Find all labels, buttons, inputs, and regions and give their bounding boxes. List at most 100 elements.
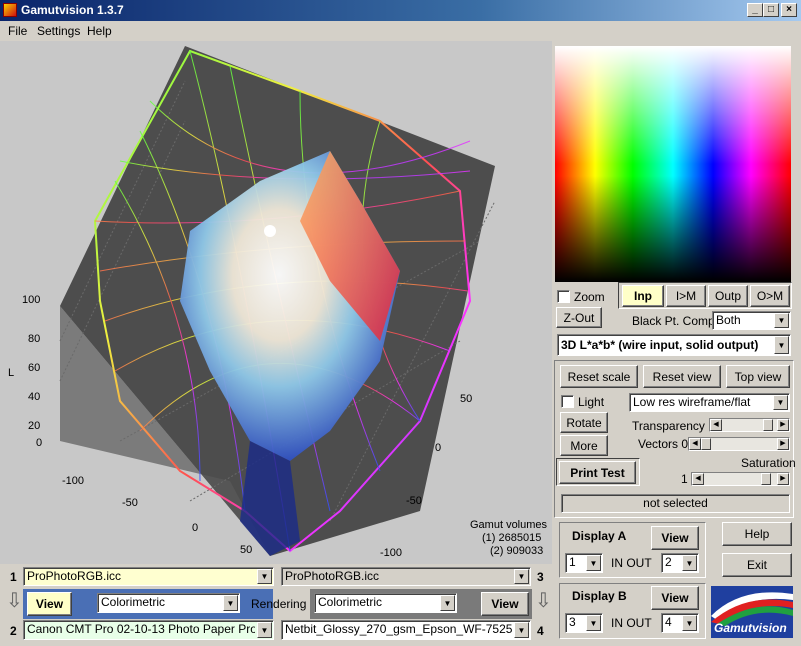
inp-button[interactable]: Inp [622,285,664,307]
rendering-label: Rendering [251,597,307,611]
gamut-3d-plot[interactable]: 100 80 60 40 20 0 L -100 -50 0 50 -100 -… [0,41,552,564]
chevron-down-icon: ▼ [257,569,272,584]
more-button[interactable]: More [560,435,608,456]
arrow-left-icon[interactable]: ◀ [689,438,701,450]
arrow-right-icon[interactable]: ▶ [777,419,789,431]
in-out-label: IN OUT [611,616,652,630]
top-view-button[interactable]: Top view [726,365,790,388]
arrow-left-icon[interactable]: ◀ [710,419,722,431]
intent-left-select[interactable]: Colorimetric ▼ [97,593,240,613]
axis-tick-l: 80 [28,333,40,345]
display-a-label: Display A [572,529,627,543]
saturation-value: 1 [681,472,688,486]
rotate-button[interactable]: Rotate [560,412,608,433]
print-test-button[interactable]: Print Test [559,461,636,484]
display-b-label: Display B [572,589,627,603]
profile-2-select[interactable]: Canon CMT Pro 02-10-13 Photo Paper Pro I… [23,620,274,640]
view-mode-value: 3D L*a*b* (wire input, solid output) [561,338,759,352]
black-point-value: Both [716,313,741,327]
axis-tick-l: 40 [28,391,40,403]
profile-1-select[interactable]: ProPhotoRGB.icc ▼ [23,567,274,586]
axis-tick-b: -50 [406,495,422,507]
display-b-out-select[interactable]: 4 ▼ [661,613,699,633]
render-mode-select[interactable]: Low res wireframe/flat ▼ [629,393,790,412]
black-point-select[interactable]: Both ▼ [712,311,791,330]
chevron-down-icon: ▼ [682,555,697,571]
profile-1-number: 1 [10,570,17,584]
help-button[interactable]: Help [722,522,792,546]
logo-graphic [711,592,793,626]
status-field: not selected [561,494,790,513]
view-left-button[interactable]: View [27,592,72,616]
vectors-slider[interactable]: ◀ ▶ [688,437,790,451]
chevron-down-icon: ▼ [257,622,272,638]
profile-3-select[interactable]: ProPhotoRGB.icc ▼ [281,567,531,586]
vectors-label: Vectors 0 [638,437,689,451]
display-a-out-value: 2 [665,555,672,569]
slider-thumb[interactable] [761,473,771,485]
menu-settings[interactable]: Settings [37,24,80,38]
gamutvision-logo: Gamutvision [711,586,793,638]
gamut-volume-2: (2) 909033 [490,545,543,557]
menu-help[interactable]: Help [87,24,112,38]
display-a-in-select[interactable]: 1 ▼ [565,553,603,573]
arrow-right-icon[interactable]: ▶ [777,473,789,485]
saturation-label: Saturation [741,456,796,470]
outp-button[interactable]: Outp [708,285,748,307]
axis-label-l: L [8,367,14,379]
chevron-down-icon: ▼ [682,615,697,631]
menu-file[interactable]: File [8,24,27,38]
display-a-out-select[interactable]: 2 ▼ [661,553,699,573]
axis-tick-l: 0 [36,437,42,449]
chevron-down-icon: ▼ [586,615,601,631]
saturation-slider[interactable]: ◀ ▶ [691,472,790,486]
chevron-down-icon: ▼ [773,395,788,410]
light-checkbox[interactable] [561,395,574,408]
arrow-right-icon[interactable]: ▶ [777,438,789,450]
z-out-button[interactable]: Z-Out [556,307,602,328]
arrow-down-icon: ⇩ [6,590,23,612]
maximize-button[interactable]: □ [763,3,779,17]
minimize-button[interactable]: _ [747,3,763,17]
chevron-down-icon: ▼ [514,569,529,584]
black-point-label: Black Pt. Comp. [632,314,719,328]
chevron-down-icon: ▼ [586,555,601,571]
reset-view-button[interactable]: Reset view [643,365,721,388]
axis-tick-l: 100 [22,294,40,306]
title-bar: Gamutvision 1.3.7 _ □ × [0,0,801,21]
axis-tick-l: 60 [28,362,40,374]
reset-scale-button[interactable]: Reset scale [560,365,638,388]
chevron-down-icon: ▼ [774,313,789,328]
profile-4-select[interactable]: Netbit_Glossy_270_gsm_Epson_WF-7525_OCP_… [281,620,531,640]
profile-4-number: 4 [537,624,544,638]
i-to-m-button[interactable]: I>M [666,285,706,307]
display-b-in-value: 3 [569,615,576,629]
view-right-button[interactable]: View [481,592,529,616]
intent-right-select[interactable]: Colorimetric ▼ [314,593,457,613]
display-b-in-select[interactable]: 3 ▼ [565,613,603,633]
chevron-down-icon: ▼ [223,595,238,611]
profile-1-value: ProPhotoRGB.icc [27,569,122,583]
logo-text: Gamutvision [714,621,787,635]
axis-tick-a: 50 [240,544,252,556]
arrow-left-icon[interactable]: ◀ [692,473,704,485]
profile-3-number: 3 [537,570,544,584]
slider-thumb[interactable] [763,419,773,431]
gamut-volume-1: (1) 2685015 [482,532,541,544]
color-picker[interactable] [555,46,791,282]
view-mode-select[interactable]: 3D L*a*b* (wire input, solid output) ▼ [557,334,791,356]
slider-thumb[interactable] [701,438,711,450]
zoom-checkbox[interactable] [557,290,570,303]
close-button[interactable]: × [781,3,797,17]
transparency-slider[interactable]: ◀ ▶ [709,418,790,432]
o-to-m-button[interactable]: O>M [750,285,790,307]
exit-button[interactable]: Exit [722,553,792,577]
chevron-down-icon: ▼ [774,336,789,354]
axis-tick-b: 50 [460,393,472,405]
display-a-view-button[interactable]: View [651,526,699,550]
profile-3-value: ProPhotoRGB.icc [285,569,380,583]
profile-4-value: Netbit_Glossy_270_gsm_Epson_WF-7525_OCP_ [285,622,512,636]
chevron-down-icon: ▼ [440,595,455,611]
render-mode-value: Low res wireframe/flat [633,395,751,409]
display-b-view-button[interactable]: View [651,586,699,610]
